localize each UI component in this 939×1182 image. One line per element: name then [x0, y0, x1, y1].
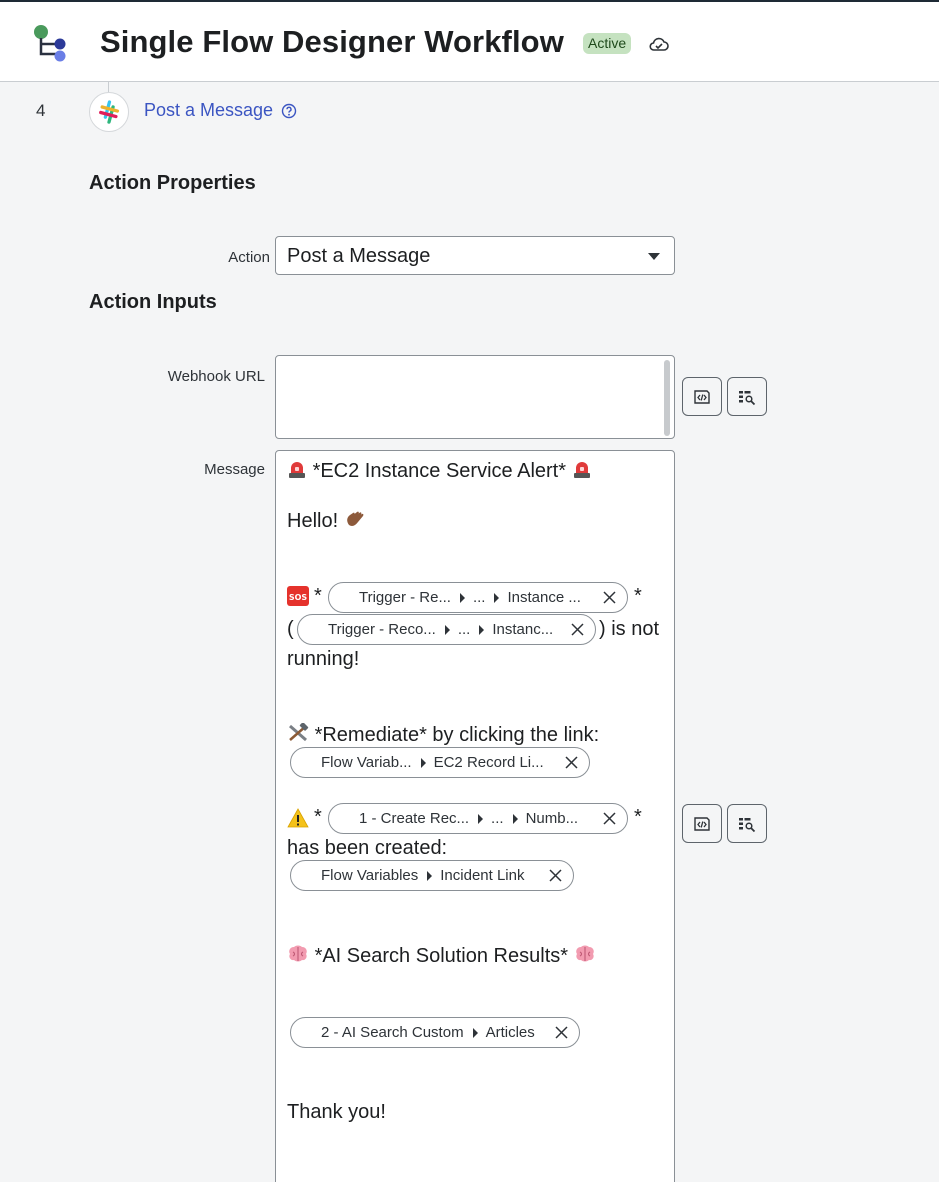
svg-text:SOS: SOS — [289, 593, 308, 602]
ai-search-line: *AI Search Solution Results* — [287, 944, 596, 968]
not-running-text: ) is not — [599, 618, 660, 640]
close-icon[interactable] — [548, 868, 563, 883]
remediate-line: *Remediate* by clicking the link: — [287, 723, 599, 747]
greeting-line: Hello! — [287, 509, 366, 533]
message-title-text: *EC2 Instance Service Alert* — [312, 460, 567, 482]
remediate-text: *Remediate* by clicking the link: — [314, 724, 600, 746]
cloud-sync-icon[interactable] — [648, 35, 670, 53]
data-pill[interactable]: 2 - AI Search Custom Articles — [290, 1017, 580, 1048]
action-select-value: Post a Message — [287, 245, 431, 267]
status-badge: Active — [583, 33, 632, 54]
sos-icon: SOS — [287, 586, 309, 606]
action-inputs-heading: Action Inputs — [89, 291, 217, 313]
flow-designer-logo-icon — [34, 25, 66, 62]
step-connector — [108, 82, 109, 92]
data-pill[interactable]: Trigger - Re...... Instance ... — [328, 582, 628, 613]
data-pill-picker-button[interactable] — [727, 804, 767, 843]
caret-down-icon — [648, 253, 660, 260]
not-running-text-2: running! — [287, 648, 360, 670]
waving-hand-icon — [346, 511, 364, 526]
data-pill-picker-button[interactable] — [727, 377, 767, 416]
script-toggle-button[interactable] — [682, 804, 722, 843]
star-text: * — [634, 585, 642, 607]
action-select[interactable]: Post a Message — [275, 236, 675, 275]
action-properties-heading: Action Properties — [89, 172, 256, 194]
close-icon[interactable] — [602, 590, 617, 605]
message-title-line: *EC2 Instance Service Alert* — [287, 459, 592, 483]
slack-icon — [99, 100, 120, 124]
close-icon[interactable] — [564, 755, 579, 770]
page-title: Single Flow Designer Workflow — [100, 24, 564, 59]
hammer-and-wrench-icon — [289, 723, 309, 742]
message-label: Message — [204, 461, 265, 478]
data-pill[interactable]: 1 - Create Rec...... Numb... — [328, 803, 628, 834]
star-text: * — [314, 806, 322, 828]
script-icon — [694, 816, 710, 831]
brain-icon — [575, 945, 594, 962]
slack-logo — [89, 92, 129, 132]
rotating-light-icon — [573, 462, 590, 478]
close-icon[interactable] — [602, 811, 617, 826]
webhook-url-label: Webhook URL — [167, 368, 265, 385]
message-editor[interactable]: *EC2 Instance Service Alert* Hello! SOS … — [275, 450, 675, 1182]
data-pill[interactable]: Trigger - Reco...... Instanc... — [297, 614, 596, 645]
star-text: * — [634, 806, 642, 828]
ai-search-text: *AI Search Solution Results* — [314, 945, 569, 967]
webhook-scrollbar[interactable] — [664, 360, 670, 436]
created-text: has been created: — [287, 837, 448, 859]
data-pill-picker-icon — [739, 817, 756, 832]
warning-icon — [287, 808, 309, 828]
close-icon[interactable] — [554, 1025, 569, 1040]
webhook-url-input[interactable] — [275, 355, 675, 439]
top-bar: Single Flow Designer Workflow Active — [0, 0, 939, 82]
script-icon — [694, 389, 710, 404]
paren-text: ( — [287, 618, 294, 640]
step-number: 4 — [36, 101, 46, 120]
step-name-link[interactable]: Post a Message — [144, 100, 273, 121]
help-icon[interactable] — [281, 103, 297, 119]
data-pill[interactable]: Flow Variables Incident Link — [290, 860, 574, 891]
rotating-light-icon — [289, 462, 305, 478]
close-icon[interactable] — [570, 622, 585, 637]
star-text: * — [314, 585, 322, 607]
brain-icon — [289, 945, 307, 962]
data-pill-picker-icon — [739, 390, 756, 405]
script-toggle-button[interactable] — [682, 377, 722, 416]
thanks-text: Thank you! — [287, 1101, 386, 1123]
greeting-text: Hello! — [287, 510, 339, 532]
action-label: Action — [228, 249, 270, 266]
data-pill[interactable]: Flow Variab... EC2 Record Li... — [290, 747, 590, 778]
